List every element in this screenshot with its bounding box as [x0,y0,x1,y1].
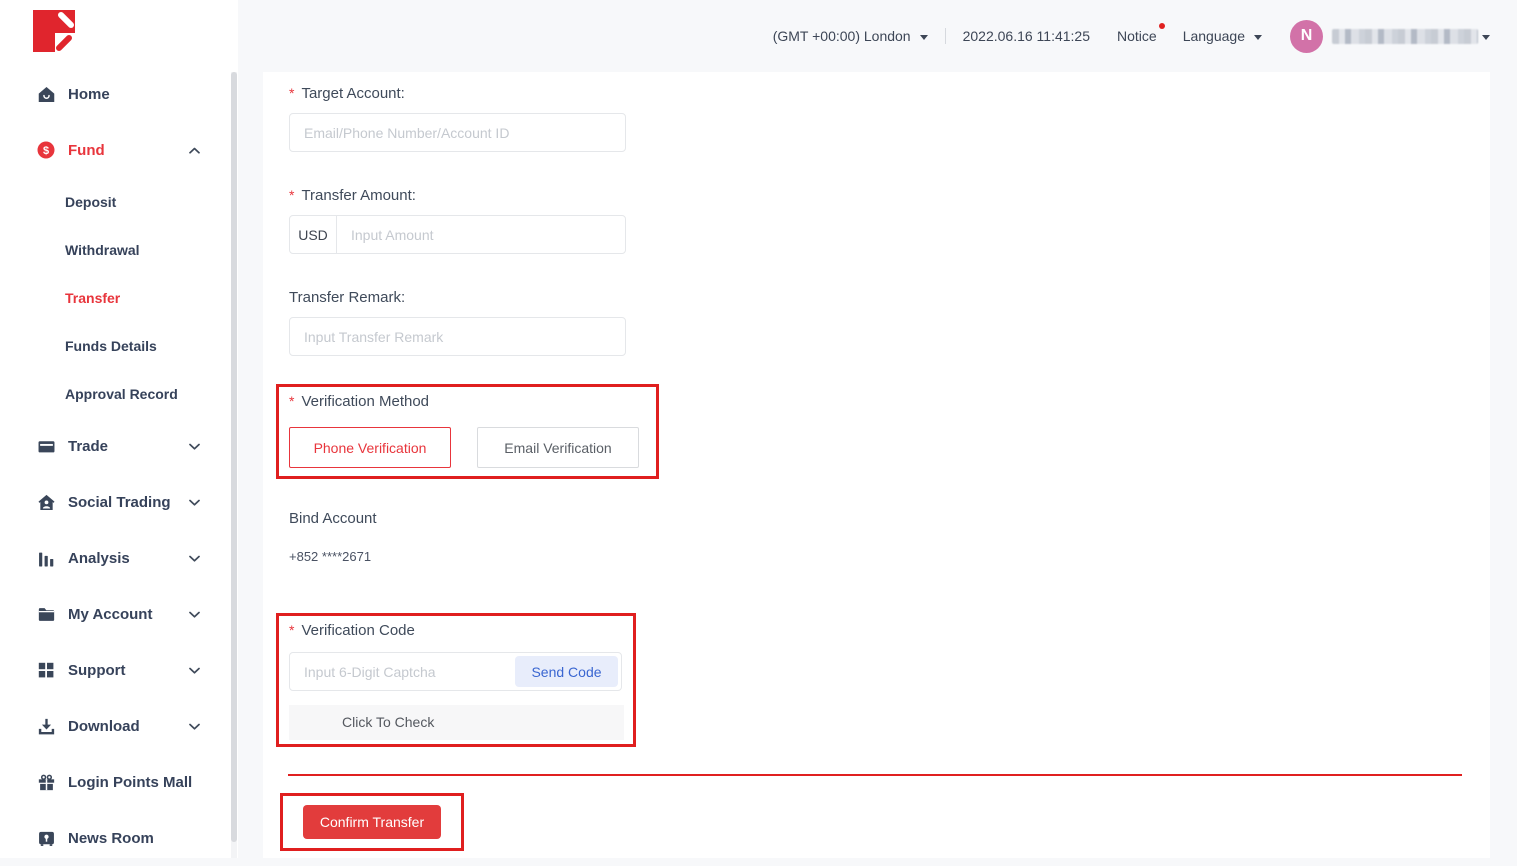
sidebar-item-label: Login Points Mall [68,774,192,791]
bind-account-label: Bind Account [289,510,377,527]
sidebar-item-label: Trade [68,438,108,455]
chevron-down-icon [189,443,200,450]
sidebar-item-label: Download [68,718,140,735]
sidebar-item-label: Approval Record [65,386,178,402]
notice-unread-dot-icon [1159,23,1165,29]
sidebar-item-trade[interactable]: Trade [0,418,238,474]
server-datetime: 2022.06.16 11:41:25 [963,28,1090,44]
notice-label: Notice [1117,28,1157,44]
fund-dollar-icon: $ [37,141,55,159]
required-asterisk: * [289,85,294,101]
transfer-amount-group: USD [289,215,626,254]
sidebar-item-label: Funds Details [65,338,157,354]
sidebar-item-fund[interactable]: $ Fund [0,122,238,178]
timezone-selector[interactable]: (GMT +00:00) London [773,28,928,44]
sidebar-scrollbar-thumb[interactable] [231,72,237,842]
sidebar: Home $ Fund Deposit Withdrawal Transfer … [0,0,238,858]
my-account-folder-icon [37,605,55,623]
sidebar-item-label: Home [68,86,110,103]
sidebar-item-analysis[interactable]: Analysis [0,530,238,586]
sidebar-item-label: Fund [68,142,105,159]
sidebar-item-withdrawal[interactable]: Withdrawal [0,226,238,274]
notice-link[interactable]: Notice [1117,28,1157,44]
sidebar-item-label: Transfer [65,290,120,306]
topbar-divider [945,28,946,44]
sidebar-item-deposit[interactable]: Deposit [0,178,238,226]
annotation-box-verification-method: *Verification Method Phone Verification … [276,384,659,479]
home-icon [37,85,55,103]
sidebar-item-label: Social Trading [68,494,171,511]
sidebar-item-label: News Room [68,830,154,847]
avatar-initial: N [1301,27,1313,45]
transfer-form: *Target Account: *Transfer Amount: USD T… [263,72,1490,858]
transfer-remark-label: Transfer Remark: [289,289,405,306]
topbar: (GMT +00:00) London 2022.06.16 11:41:25 … [238,0,1517,72]
required-asterisk: * [289,622,294,638]
annotation-box-verification-code: *Verification Code Send Code Click To Ch… [276,613,636,747]
download-icon [37,717,55,735]
social-trading-house-icon [37,493,55,511]
currency-prefix: USD [290,216,337,253]
email-verification-button[interactable]: Email Verification [477,427,639,468]
send-code-button[interactable]: Send Code [515,656,618,687]
annotation-box-confirm-transfer: Confirm Transfer [280,793,464,851]
sidebar-item-label: Analysis [68,550,130,567]
chevron-down-icon [189,723,200,730]
transfer-amount-input[interactable] [337,216,625,253]
sidebar-nav: Home $ Fund Deposit Withdrawal Transfer … [0,66,238,866]
verification-method-options: Phone Verification Email Verification [289,427,639,468]
chevron-down-icon [189,555,200,562]
chevron-down-icon [189,667,200,674]
phone-verification-button[interactable]: Phone Verification [289,427,451,468]
verification-code-row: Send Code [289,652,622,691]
sidebar-item-label: Withdrawal [65,242,140,258]
transfer-remark-input[interactable] [289,317,626,356]
target-account-input[interactable] [289,113,626,152]
chevron-down-icon [1254,35,1262,40]
confirm-transfer-button[interactable]: Confirm Transfer [303,805,441,839]
timezone-label: (GMT +00:00) London [773,28,911,44]
sidebar-item-label: My Account [68,606,152,623]
analysis-bars-icon [37,549,55,567]
svg-text:$: $ [43,145,49,157]
sidebar-item-login-points-mall[interactable]: Login Points Mall [0,754,238,810]
sidebar-item-label: Support [68,662,126,679]
form-divider [288,774,1462,776]
language-selector[interactable]: Language [1183,28,1262,44]
sidebar-item-label: Deposit [65,194,116,210]
transfer-amount-label: *Transfer Amount: [289,187,416,204]
news-room-icon [37,829,55,847]
sidebar-item-funds-details[interactable]: Funds Details [0,322,238,370]
chevron-down-icon[interactable] [1482,35,1490,40]
target-account-label: *Target Account: [289,85,405,102]
sidebar-item-support[interactable]: Support [0,642,238,698]
bind-account-value: +852 ****2671 [289,549,371,564]
chevron-down-icon [189,611,200,618]
verification-code-input[interactable] [290,653,508,690]
gift-icon [37,773,55,791]
language-label: Language [1183,28,1245,44]
chevron-up-icon [189,147,200,154]
trade-card-icon [37,437,55,455]
sidebar-item-my-account[interactable]: My Account [0,586,238,642]
required-asterisk: * [289,393,294,409]
verification-code-label: *Verification Code [289,622,415,639]
sidebar-item-home[interactable]: Home [0,66,238,122]
verification-method-label: *Verification Method [289,393,429,410]
captcha-click-to-check[interactable]: Click To Check [289,705,624,740]
sidebar-item-approval-record[interactable]: Approval Record [0,370,238,418]
sidebar-item-download[interactable]: Download [0,698,238,754]
support-grid-icon [37,661,55,679]
user-avatar[interactable]: N [1290,20,1323,53]
sidebar-item-social-trading[interactable]: Social Trading [0,474,238,530]
user-name-redacted[interactable] [1332,29,1478,44]
chevron-down-icon [920,35,928,40]
brand-logo-icon[interactable] [33,10,81,54]
required-asterisk: * [289,187,294,203]
sidebar-item-transfer[interactable]: Transfer [0,274,238,322]
chevron-down-icon [189,499,200,506]
